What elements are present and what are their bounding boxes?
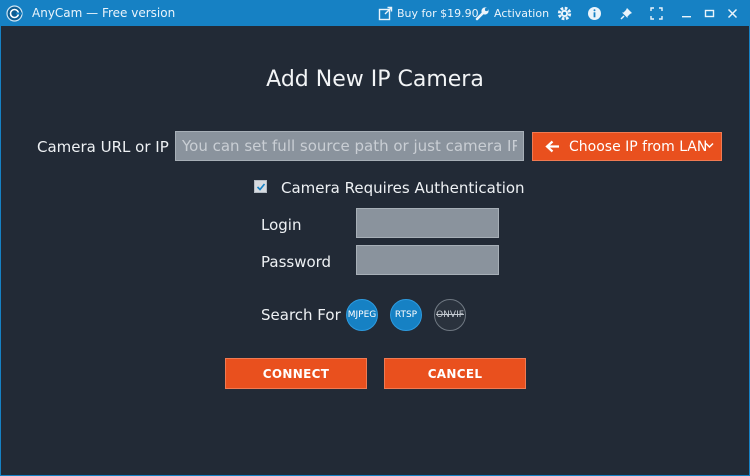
chevron-down-icon [705,142,714,149]
arrow-left-icon [545,140,559,153]
login-input[interactable] [356,208,499,238]
camera-url-label: Camera URL or IP [37,138,169,156]
camera-url-input[interactable] [175,131,524,161]
password-input[interactable] [356,245,499,275]
maximize-icon [704,9,715,18]
fullscreen-icon [650,7,663,20]
minimize-button[interactable] [677,4,696,23]
app-window: AnyCam — Free version Buy for $19.90 Act… [0,0,750,476]
password-label: Password [261,253,332,271]
connect-button[interactable]: CONNECT [225,358,367,389]
protocol-rtsp-toggle[interactable]: RTSP [390,299,422,331]
info-icon [588,7,601,20]
fullscreen-button[interactable] [647,4,666,23]
choose-ip-from-lan-button[interactable]: Choose IP from LAN [532,132,722,161]
external-link-icon [378,6,393,21]
choose-ip-label: Choose IP from LAN [569,139,708,155]
gear-icon [557,6,572,21]
dialog-title: Add New IP Camera [266,67,484,92]
protocol-onvif-label: ONVIF [436,310,464,320]
app-title: AnyCam — Free version [32,6,176,20]
cancel-button[interactable]: CANCEL [384,358,526,389]
checkmark-icon [256,182,265,191]
protocol-onvif-toggle[interactable]: ONVIF [434,299,466,331]
title-bar[interactable]: AnyCam — Free version Buy for $19.90 Act… [1,1,749,26]
buy-label: Buy for $19.90 [397,7,479,20]
close-button[interactable] [723,4,742,23]
protocol-mjpeg-toggle[interactable]: MJPEG [346,299,378,331]
pin-button[interactable] [617,4,636,23]
minimize-icon [682,16,691,18]
anycam-logo-icon [6,5,23,22]
login-label: Login [261,216,302,234]
settings-button[interactable] [555,4,574,23]
protocol-mjpeg-label: MJPEG [347,310,377,320]
connect-label: CONNECT [262,366,330,381]
wrench-icon [475,7,489,21]
protocol-rtsp-label: RTSP [394,310,418,320]
search-for-label: Search For [261,306,341,324]
info-button[interactable] [585,4,604,23]
cancel-label: CANCEL [427,366,483,381]
activation-label: Activation [494,7,550,20]
pin-icon [620,8,632,20]
maximize-button[interactable] [700,4,719,23]
authentication-label: Camera Requires Authentication [281,179,525,197]
authentication-checkbox[interactable] [254,180,267,193]
close-icon [727,8,738,19]
buy-button[interactable]: Buy for $19.90 [378,4,479,23]
activation-button[interactable]: Activation [475,4,549,23]
